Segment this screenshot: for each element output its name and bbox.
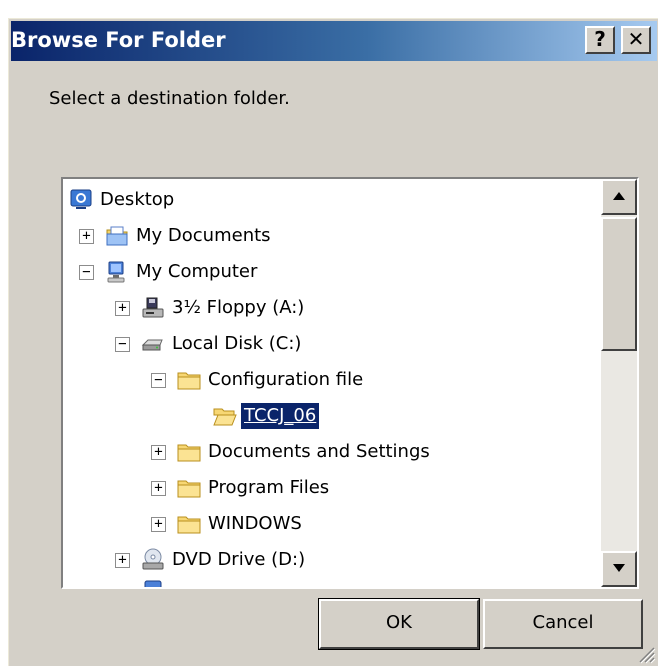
expand-toggle[interactable]: + [151,517,166,532]
folder-icon [177,516,201,534]
folder-tree-viewport: Desktop + My Documents − My Computer + 3… [63,179,599,587]
arrow-down-icon [613,564,625,572]
close-button[interactable]: ✕ [621,26,651,54]
tree-item-label: DVD Drive (D:) [172,549,306,570]
instruction-text: Select a destination folder. [49,88,290,109]
folder-tree[interactable]: Desktop + My Documents − My Computer + 3… [61,177,639,589]
dialog-title: Browse For Folder [11,28,226,52]
tree-item-label: My Computer [136,261,258,282]
tree-item-label: Local Disk (C:) [172,333,302,354]
expand-toggle[interactable]: + [151,481,166,496]
folder-icon [177,444,201,462]
scroll-thumb[interactable] [601,217,637,351]
floppy-drive-icon [142,297,164,318]
tree-item-label: TCCJ_06 [239,402,321,430]
cancel-button[interactable]: Cancel [483,599,643,649]
tree-item-dvd-drive-d[interactable]: + DVD Drive (D:) [63,543,593,577]
tree-item-label: Desktop [100,189,175,210]
browse-for-folder-dialog: Browse For Folder ? ✕ Select a destinati… [8,18,658,666]
tree-item-my-computer[interactable]: − My Computer [63,255,593,289]
tree-item-desktop[interactable]: Desktop [63,183,593,217]
vertical-scrollbar[interactable] [601,179,637,587]
resize-grip-icon[interactable] [636,644,656,664]
network-drive-icon [144,580,162,587]
tree-item-label: Documents and Settings [208,441,430,462]
computer-icon [107,261,125,283]
dvd-drive-icon [142,548,164,570]
tree-item-windows[interactable]: + WINDOWS [63,507,593,541]
expand-toggle[interactable]: + [115,553,130,568]
tree-item-program-files[interactable]: + Program Files [63,471,593,505]
tree-item-label: 3½ Floppy (A:) [172,297,305,318]
collapse-toggle[interactable]: − [79,265,94,280]
scroll-up-button[interactable] [601,179,637,215]
folder-icon [177,372,201,390]
arrow-up-icon [613,192,625,200]
tree-item-local-disk-c[interactable]: − Local Disk (C:) [63,327,593,361]
tree-item-label: Configuration file [208,369,364,390]
tree-item-configuration-file[interactable]: − Configuration file [63,363,593,397]
expand-toggle[interactable]: + [79,229,94,244]
tree-item-tccj-06[interactable]: TCCJ_06 [63,399,593,433]
tree-item-floppy-a[interactable]: + 3½ Floppy (A:) [63,291,593,325]
tree-item-my-documents[interactable]: + My Documents [63,219,593,253]
tree-item-label: Program Files [208,477,330,498]
expand-toggle[interactable]: + [151,445,166,460]
desktop-icon [70,189,92,209]
help-button[interactable]: ? [585,26,615,54]
scroll-down-button[interactable] [601,551,637,587]
title-bar[interactable]: Browse For Folder ? ✕ [11,21,657,61]
expand-toggle[interactable]: + [115,301,130,316]
collapse-toggle[interactable]: − [151,373,166,388]
ok-button[interactable]: OK [318,598,480,650]
folder-icon [177,480,201,498]
open-folder-icon [213,408,237,426]
tree-item-label: WINDOWS [208,513,302,534]
hard-disk-icon [141,339,163,351]
documents-folder-icon [106,226,128,246]
tree-item-documents-and-settings[interactable]: + Documents and Settings [63,435,593,469]
tree-item-label: My Documents [136,225,271,246]
collapse-toggle[interactable]: − [115,337,130,352]
